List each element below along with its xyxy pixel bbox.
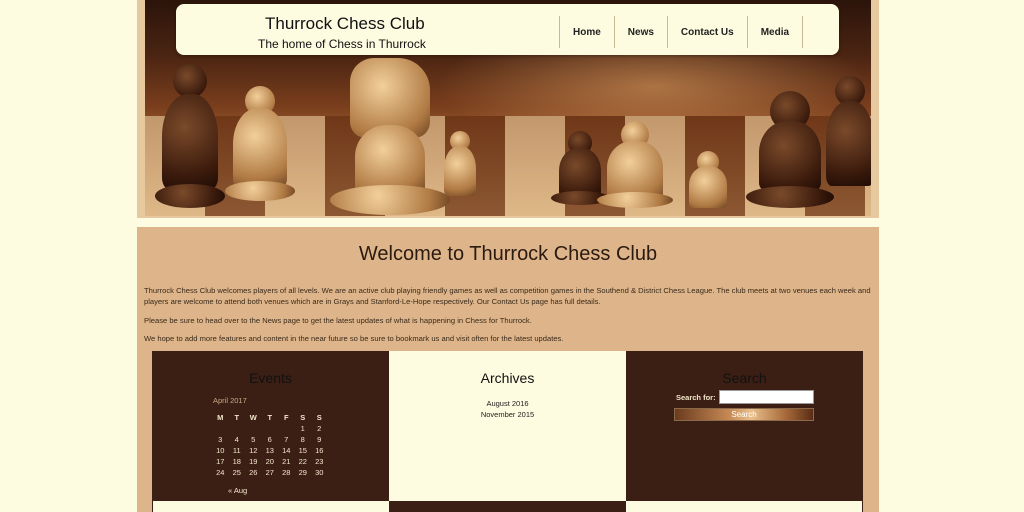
chess-pawn-light-1 xyxy=(225,36,295,216)
calendar-week-row: 12 xyxy=(212,423,328,434)
calendar-day: 16 xyxy=(315,446,324,455)
calendar-day xyxy=(278,423,295,434)
calendar-day: 29 xyxy=(298,468,307,477)
calendar-day: 8 xyxy=(300,435,305,444)
calendar-day: 2 xyxy=(317,424,322,433)
calendar-day: 7 xyxy=(284,435,289,444)
calendar-day: 6 xyxy=(267,435,272,444)
chess-pawn-light-4 xyxy=(680,96,735,216)
calendar-weekday: W xyxy=(249,413,257,422)
calendar-weekday: T xyxy=(267,413,273,422)
header-title-bar: Thurrock Chess Club The home of Chess in… xyxy=(176,4,839,55)
chess-pawn-dark-far-right xyxy=(820,66,871,216)
calendar-week-row: 3 4 5 6 7 8 9 xyxy=(212,434,328,445)
calendar-day: 13 xyxy=(265,446,274,455)
calendar-day: 22 xyxy=(298,457,307,466)
calendar-day: 24 xyxy=(216,468,225,477)
news-paragraph: Please be sure to head over to the News … xyxy=(144,316,532,325)
calendar-day: 14 xyxy=(282,446,291,455)
page-title: Welcome to Thurrock Chess Club xyxy=(358,243,658,265)
calendar-day xyxy=(262,423,279,434)
search-widget: Search Search for: Search xyxy=(626,351,863,501)
archives-widget: Archives August 2016 November 2015 xyxy=(389,351,626,501)
calendar-table: MTWTFSS 1 2 3 4 5 6 7 8 9 10 11 12 13 14 15 16 17 18 19 20 2… xyxy=(212,412,328,478)
calendar-weekday: T xyxy=(234,413,240,422)
calendar-week-row: 17 18 19 20 21 22 23 xyxy=(212,456,328,467)
calendar-weekday: F xyxy=(283,413,289,422)
widget-row2-light-right xyxy=(626,501,863,512)
site-tagline: The home of Chess in Thurrock xyxy=(258,37,426,51)
calendar-day: 12 xyxy=(249,446,258,455)
calendar-day: 20 xyxy=(265,457,274,466)
calendar-day: 11 xyxy=(232,446,241,455)
search-input[interactable] xyxy=(719,390,814,404)
archive-link-august-2016[interactable]: August 2016 xyxy=(486,399,528,408)
search-button[interactable]: Search xyxy=(674,408,814,421)
nav-home[interactable]: Home xyxy=(559,16,614,48)
calendar-day: 4 xyxy=(234,435,239,444)
site-title[interactable]: Thurrock Chess Club xyxy=(265,14,425,34)
calendar-day: 27 xyxy=(265,468,274,477)
calendar-day: 10 xyxy=(216,446,225,455)
archive-item: August 2016 xyxy=(389,399,626,410)
widget-row2-light-left xyxy=(152,501,389,512)
calendar-day xyxy=(212,423,229,434)
calendar-week-row: 10 11 12 13 14 15 16 xyxy=(212,445,328,456)
search-title: Search xyxy=(722,370,767,386)
main-navigation: Home News Contact Us Media xyxy=(559,16,804,48)
nav-media[interactable]: Media xyxy=(746,16,804,48)
widgets-row: Events April 2017 MTWTFSS 1 2 3 4 5 6 7 8 9 10 11 1… xyxy=(152,351,863,512)
archive-link-november-2015[interactable]: November 2015 xyxy=(481,410,534,419)
calendar-weekday: S xyxy=(300,413,306,422)
calendar-day: 19 xyxy=(249,457,258,466)
calendar-day: 17 xyxy=(216,457,225,466)
intro-paragraph: Thurrock Chess Club welcomes players of … xyxy=(144,286,871,306)
chess-pawn-light-2 xyxy=(440,76,480,216)
calendar-day: 9 xyxy=(317,435,322,444)
chess-pawn-light-3 xyxy=(595,66,675,216)
calendar-day xyxy=(229,423,246,434)
nav-contact-us[interactable]: Contact Us xyxy=(666,16,747,48)
archive-item: November 2015 xyxy=(389,410,626,421)
nav-news[interactable]: News xyxy=(613,16,667,48)
bookmark-paragraph: We hope to add more features and content… xyxy=(144,334,564,343)
events-title: Events xyxy=(249,370,292,386)
calendar-day: 25 xyxy=(232,468,241,477)
calendar-day: 18 xyxy=(232,457,241,466)
calendar-day: 26 xyxy=(249,468,258,477)
widgets-row-2 xyxy=(152,501,863,512)
events-widget: Events April 2017 MTWTFSS 1 2 3 4 5 6 7 8 9 10 11 1… xyxy=(152,351,389,501)
calendar-day xyxy=(245,423,262,434)
calendar-day: 23 xyxy=(315,457,324,466)
calendar-weekday: M xyxy=(217,413,224,422)
search-label: Search for: xyxy=(676,393,716,402)
calendar-week-row: 24 25 26 27 28 29 30 xyxy=(212,467,328,478)
archives-title: Archives xyxy=(480,370,535,386)
calendar-day: 28 xyxy=(282,468,291,477)
widget-row2-dark-mid xyxy=(389,501,626,512)
calendar-day: 3 xyxy=(218,435,223,444)
calendar-day: 5 xyxy=(251,435,256,444)
calendar-caption: April 2017 xyxy=(213,396,247,405)
archive-list: August 2016 November 2015 xyxy=(389,399,626,420)
calendar-day: 15 xyxy=(298,446,307,455)
calendar-prev-link[interactable]: « Aug xyxy=(228,486,247,495)
calendar-weekday: S xyxy=(316,413,322,422)
calendar-day: 30 xyxy=(315,468,324,477)
calendar-day: 1 xyxy=(300,424,305,433)
calendar-day: 21 xyxy=(282,457,291,466)
